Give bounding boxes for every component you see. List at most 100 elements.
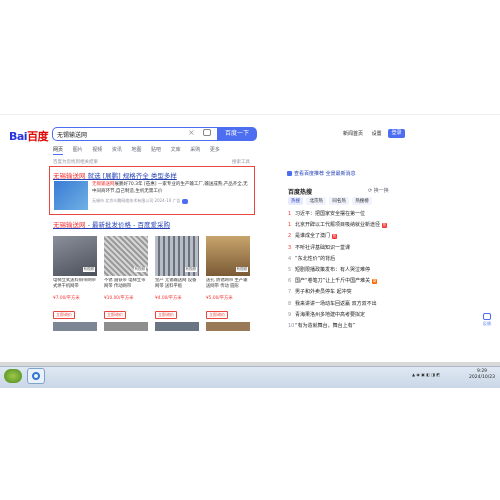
- hot-tab[interactable]: 热搜榜: [352, 197, 372, 205]
- hot-search-item[interactable]: 3 不听社评基础知识一堂课: [288, 244, 387, 255]
- hot-search-tabs: 热搜 北京热 同名热 热搜榜: [288, 197, 374, 205]
- hot-rank: 6: [288, 278, 292, 285]
- hot-search-item[interactable]: 2 是谁成全了澳门热: [288, 232, 387, 243]
- system-tray[interactable]: ▲ ◉ ▣ ◧ ◨ ◩: [412, 372, 462, 377]
- product-desc[interactable]: 送孔 防锈网带 生产输 送网带 传动 圆形: [206, 278, 250, 294]
- hot-item-text: 我来讲讲一场动车回返赢 双方双不出: [295, 300, 377, 307]
- tab-wenku[interactable]: 文库: [171, 147, 181, 153]
- top-links: 新闻首页 设置: [343, 130, 389, 137]
- hot-search-title: 百度热搜: [288, 189, 313, 196]
- hot-rank: 8: [288, 300, 292, 307]
- product-desc[interactable]: 不锈 圆铁带 电梯立带 网带 传动网带: [104, 278, 148, 294]
- hot-rank: 3: [288, 244, 292, 251]
- inquire-button[interactable]: 立即询价: [53, 311, 75, 319]
- product-image[interactable]: [206, 322, 250, 331]
- product-image[interactable]: [155, 322, 199, 331]
- search-tabs: 网页 图片 视频 资讯 地图 贴吧 文库 采购 更多: [53, 146, 228, 155]
- hot-item-text: 北京开辟以工代赈项目吸纳就业新途径: [295, 222, 381, 229]
- refresh-label: 换一换: [373, 188, 389, 194]
- hot-badge: 热: [382, 223, 388, 229]
- hot-search-item[interactable]: 8 我来讲讲一场动车回返赢 双方双不出: [288, 300, 387, 311]
- hot-item-text: 青海果洛州多地建中高考要拟定: [295, 311, 366, 318]
- baidu-logo[interactable]: Bai百度: [9, 128, 49, 144]
- sidebar-notice[interactable]: 查看百度推荐 全景最新消息: [287, 170, 356, 177]
- hot-search-item[interactable]: 7 男子和外卖员停车 起冲突: [288, 288, 387, 299]
- hot-item-text: “有为造就舞台，舞台上有”: [295, 322, 356, 329]
- product-card[interactable]: 有视频 送孔 防锈网带 生产输 送网带 传动 圆形 ¥5.00/平方米 立即询价: [206, 236, 250, 320]
- product-price: ¥5.00/平方米: [206, 296, 233, 301]
- clear-icon[interactable]: ×: [188, 128, 195, 138]
- hot-search-list: 1 习近平：把国家安全摆在第一位 1 北京开辟以工代赈项目吸纳就业新途径热 2 是谁成全了…: [288, 210, 388, 333]
- search-box[interactable]: ×: [52, 127, 217, 141]
- tab-news[interactable]: 资讯: [112, 147, 122, 153]
- tab-web[interactable]: 网页: [53, 147, 64, 155]
- purchase-result-link[interactable]: 无锡输送网 - 最新批发价格 - 百度爱采购: [53, 219, 170, 229]
- inquire-button[interactable]: 立即询价: [104, 311, 126, 319]
- product-image[interactable]: [104, 322, 148, 331]
- logo-text-right: 百度: [27, 130, 49, 143]
- search-input[interactable]: [57, 129, 197, 139]
- refresh-button[interactable]: ⟳ 换一换: [368, 187, 389, 194]
- product-image[interactable]: [53, 322, 97, 331]
- sidebar-notice-text: 查看百度推荐 全景最新消息: [294, 171, 356, 177]
- hot-rank: 7: [288, 289, 292, 296]
- hot-search-item[interactable]: 1 北京开辟以工代赈项目吸纳就业新途径热: [288, 221, 388, 232]
- hot-search-item[interactable]: 4 “东北性价”的背后: [288, 255, 387, 266]
- hot-tab[interactable]: 热搜: [288, 197, 303, 205]
- hot-search-item[interactable]: 6 国产“卷笔刀”让上千斤中国产难关新: [288, 277, 387, 288]
- hot-tab[interactable]: 北京热: [306, 197, 326, 205]
- logo-text-left: Bai: [9, 130, 28, 143]
- inquire-button[interactable]: 立即询价: [155, 311, 177, 319]
- ad-thumbnail[interactable]: [54, 181, 88, 210]
- product-grid: 有视频 电梯立式送料铜带网带式烘干机网带 ¥7.00/平方米 立即询价 有视频 …: [53, 236, 258, 334]
- start-button[interactable]: [4, 369, 22, 383]
- product-price: ¥4.00/平方米: [155, 296, 182, 301]
- hot-item-text: 国产“卷笔刀”让上千斤中国产难关: [295, 278, 371, 285]
- hot-item-text: 习近平：把国家安全摆在第一位: [295, 211, 366, 217]
- product-desc[interactable]: 金产 无锡输送网 设备 网带 送料平板: [155, 278, 199, 294]
- ad-meta-text: 无锡市 北京众鹏网络技术有限公司 2024-10: [92, 198, 172, 203]
- hot-item-text: 不听社评基础知识一堂课: [295, 244, 351, 251]
- feedback-button[interactable]: 反馈: [480, 313, 494, 331]
- hot-item-text: 是谁成全了澳门: [295, 233, 331, 240]
- ad-tag: 广告: [172, 198, 181, 203]
- system-clock[interactable]: 9:29 2024/10/23: [466, 369, 498, 381]
- hot-rank: 4: [288, 255, 292, 262]
- tab-tieba[interactable]: 贴吧: [151, 147, 161, 153]
- news-link[interactable]: 新闻首页: [343, 131, 363, 137]
- video-tag: 有视频: [133, 267, 146, 272]
- purchase-title-keyword: 无锡输送网: [53, 221, 86, 229]
- tab-more[interactable]: 更多: [210, 147, 220, 153]
- tab-video[interactable]: 视频: [92, 147, 102, 153]
- hot-search-item[interactable]: 10“有为造就舞台，舞台上有”: [288, 322, 387, 333]
- feedback-icon: [483, 313, 491, 320]
- video-tag: 有视频: [235, 267, 248, 272]
- login-button[interactable]: 登录: [388, 129, 405, 138]
- camera-icon[interactable]: [203, 129, 211, 136]
- ad-title-link[interactable]: 无锡输送网 就选 [展鹏] 规格齐全 类型多样: [53, 170, 177, 180]
- tab-map[interactable]: 地图: [131, 147, 141, 153]
- product-card[interactable]: 有视频 不锈 圆铁带 电梯立带 网带 传动网带 ¥10.00/平方米 立即询价: [104, 236, 148, 320]
- tab-purchase[interactable]: 采购: [190, 147, 200, 153]
- hot-tab[interactable]: 同名热: [329, 197, 349, 205]
- product-card[interactable]: 有视频 金产 无锡输送网 设备 网带 送料平板 ¥4.00/平方米 立即询价: [155, 236, 199, 320]
- taskbar: [0, 366, 500, 389]
- hot-search-item[interactable]: 1 习近平：把国家安全摆在第一位: [288, 210, 387, 221]
- hot-rank: 2: [288, 233, 292, 240]
- hot-search-item[interactable]: 5 短剧限播政策发布：有人哭泣难停: [288, 266, 387, 277]
- search-tools-button[interactable]: 搜索工具: [232, 159, 250, 165]
- hot-item-text: 短剧限播政策发布：有人哭泣难停: [295, 266, 371, 273]
- product-card[interactable]: 有视频 电梯立式送料铜带网带式烘干机网带 ¥7.00/平方米 立即询价: [53, 236, 97, 320]
- video-tag: 有视频: [82, 267, 95, 272]
- hot-search-item[interactable]: 9 青海果洛州多地建中高考要拟定: [288, 311, 387, 322]
- product-desc[interactable]: 电梯立式送料铜带网带式烘干机网带: [53, 278, 97, 294]
- inquire-button[interactable]: 立即询价: [206, 311, 228, 319]
- hot-rank: 1: [288, 222, 292, 229]
- taskbar-app-360[interactable]: [27, 368, 45, 384]
- search-button[interactable]: 百度一下: [217, 127, 257, 141]
- result-count: 百度为您找到相关结果: [53, 160, 98, 165]
- settings-link[interactable]: 设置: [372, 131, 382, 137]
- tab-images[interactable]: 图片: [73, 147, 83, 153]
- ad-desc-text: 展鹏好70.3年 [莅惠] —家专业的生产输工厂,输送成熟,产品齐全,无中间商环…: [92, 182, 248, 194]
- hot-badge: 热: [332, 234, 338, 240]
